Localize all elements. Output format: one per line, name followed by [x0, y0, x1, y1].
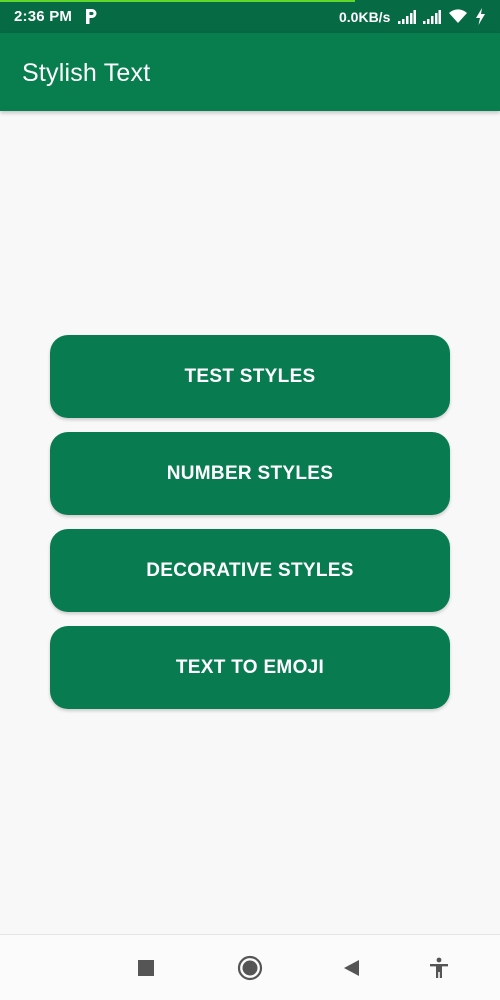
number-styles-button[interactable]: NUMBER STYLES	[50, 432, 450, 515]
test-styles-button[interactable]: TEST STYLES	[50, 335, 450, 418]
home-button[interactable]	[235, 953, 265, 983]
text-to-emoji-button[interactable]: TEXT TO EMOJI	[50, 626, 450, 709]
status-time: 2:36 PM	[14, 8, 73, 25]
recents-square-icon	[138, 960, 154, 976]
charging-bolt-icon	[476, 8, 485, 25]
status-bar: 2:36 PM 0.0KB/s	[0, 0, 500, 33]
wifi-icon	[449, 9, 467, 23]
accessibility-button[interactable]	[424, 953, 454, 983]
back-button[interactable]	[336, 953, 366, 983]
network-speed: 0.0KB/s	[339, 9, 391, 25]
decorative-styles-button[interactable]: DECORATIVE STYLES	[50, 529, 450, 612]
load-progress-bar	[0, 0, 355, 2]
recents-button[interactable]	[131, 953, 161, 983]
app-screen: 2:36 PM 0.0KB/s Stylish Text TEST STYLES…	[0, 0, 500, 1000]
system-navigation-bar	[0, 934, 500, 1000]
p-icon	[86, 9, 97, 24]
signal-icon	[423, 10, 441, 24]
app-title: Stylish Text	[22, 59, 151, 87]
back-triangle-icon	[344, 960, 359, 976]
signal-icon	[398, 10, 416, 24]
menu-button-list: TEST STYLES NUMBER STYLES DECORATIVE STY…	[50, 335, 450, 723]
accessibility-icon	[430, 957, 448, 978]
app-bar: Stylish Text	[0, 33, 500, 111]
home-circle-icon	[237, 955, 263, 981]
